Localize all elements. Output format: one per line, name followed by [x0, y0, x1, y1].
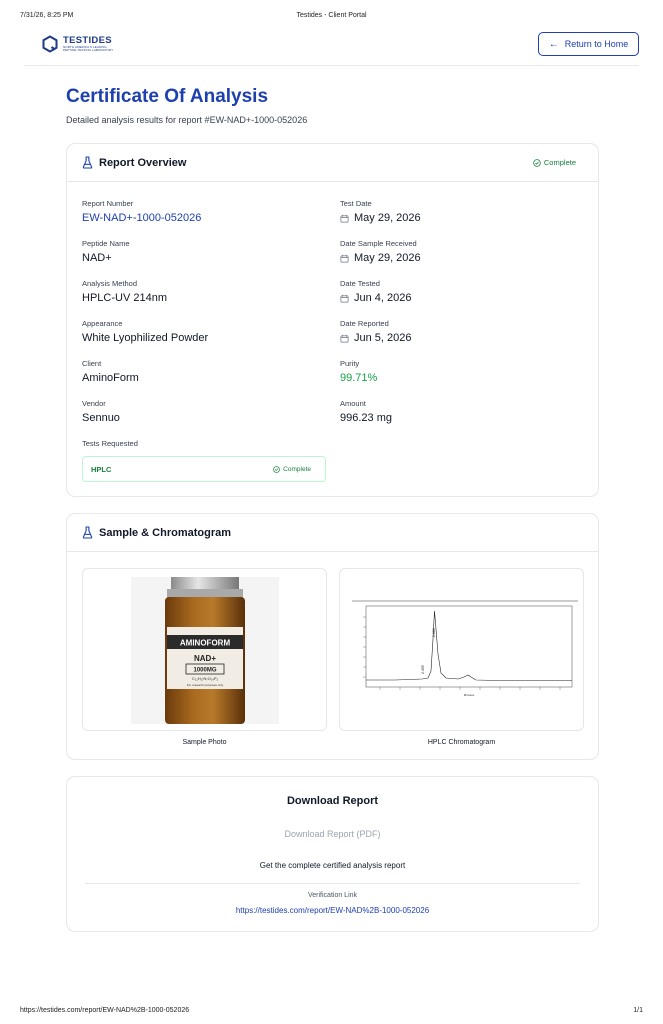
- vial-note: For research purposes only: [187, 683, 224, 687]
- report-overview-card: Report Overview Complete Report Number E…: [66, 143, 599, 497]
- download-pdf-button[interactable]: Download Report (PDF): [67, 829, 598, 839]
- logo-name: TESTIDES: [63, 34, 112, 46]
- chrom-x-axis-label: Minutes: [464, 693, 475, 697]
- peak-label-main: 2.880: [432, 628, 436, 637]
- test-date-text: May 29, 2026: [354, 212, 421, 224]
- calendar-icon: [340, 294, 349, 302]
- field-label: Analysis Method: [82, 279, 138, 288]
- status-badge: Complete: [533, 158, 576, 167]
- report-number-value[interactable]: EW-NAD+-1000-052026: [82, 212, 201, 224]
- return-home-label: Return to Home: [564, 39, 629, 49]
- print-header: 7/31/26, 8:25 PM Testides - Client Porta…: [20, 12, 643, 22]
- field-label: Report Number: [82, 199, 134, 208]
- divider: [85, 883, 580, 884]
- download-description: Get the complete certified analysis repo…: [259, 861, 406, 870]
- appearance-value: White Lyophilized Powder: [82, 332, 209, 344]
- chromatogram-image: 2.880 2.459 Minutes: [352, 600, 578, 697]
- field-label: Date Tested: [340, 279, 380, 288]
- test-name: HPLC: [91, 465, 112, 474]
- date-reported-value: Jun 5, 2026: [340, 332, 412, 344]
- date-received-value: May 29, 2026: [340, 252, 421, 264]
- report-overview-header: Report Overview Complete: [67, 144, 598, 182]
- verification-link[interactable]: https://testides.com/report/EW-NAD%2B-10…: [67, 906, 598, 915]
- return-home-button[interactable]: ← Return to Home: [538, 32, 639, 56]
- flask-icon: [82, 156, 93, 169]
- field-label: Purity: [340, 359, 360, 368]
- calendar-icon: [340, 334, 349, 342]
- logo[interactable]: TESTIDES NORTH AMERICA'S LEADING PEPTIDE…: [42, 35, 113, 53]
- hplc-chromatogram[interactable]: 2.880 2.459 Minutes: [339, 568, 584, 731]
- vial-brand: AMINOFORM: [180, 639, 231, 648]
- tests-requested-field: Tests Requested: [82, 439, 138, 452]
- sample-chromatogram-card: Sample & Chromatogram AMINOFORM NAD+ 100…: [66, 513, 599, 760]
- logo-tagline-2: PEPTIDE TESTING LABORATORY: [63, 48, 114, 52]
- page-subtitle: Detailed analysis results for report #EW…: [66, 115, 308, 125]
- calendar-icon: [340, 214, 349, 222]
- analysis-method-value: HPLC-UV 214nm: [82, 292, 167, 304]
- verification-label: Verification Link: [307, 892, 358, 899]
- date-tested-text: Jun 4, 2026: [354, 292, 412, 304]
- client-field: Client AminoForm: [82, 359, 139, 384]
- date-received-text: May 29, 2026: [354, 252, 421, 264]
- print-title: Testides - Client Portal: [296, 12, 367, 19]
- field-label: Amount: [340, 399, 366, 408]
- date-received-field: Date Sample Received May 29, 2026: [340, 239, 421, 264]
- flask-icon: [82, 526, 93, 539]
- field-label: Date Reported: [340, 319, 389, 328]
- test-status-label: Complete: [283, 466, 311, 473]
- date-reported-field: Date Reported Jun 5, 2026: [340, 319, 412, 344]
- field-label: Appearance: [82, 319, 123, 328]
- test-item: HPLC Complete: [82, 456, 326, 482]
- print-page-number: 1/1: [633, 1007, 643, 1014]
- date-tested-field: Date Tested Jun 4, 2026: [340, 279, 412, 304]
- arrow-left-icon: ←: [548, 38, 559, 50]
- chromatogram-caption: HPLC Chromatogram: [427, 739, 496, 746]
- field-label: Client: [82, 359, 102, 368]
- appearance-field: Appearance White Lyophilized Powder: [82, 319, 208, 344]
- analysis-method-field: Analysis Method HPLC-UV 214nm: [82, 279, 167, 304]
- page-title: Certificate Of Analysis: [66, 86, 269, 107]
- field-label: Vendor: [82, 399, 106, 408]
- sample-photo-caption: Sample Photo: [182, 739, 227, 746]
- peptide-name-field: Peptide Name NAD+: [82, 239, 130, 264]
- status-label: Complete: [543, 158, 576, 167]
- amount-value: 996.23 mg: [340, 412, 392, 424]
- vendor-value: Sennuo: [82, 412, 120, 424]
- peptide-name-value: NAD+: [82, 252, 112, 264]
- check-circle-icon: [273, 466, 280, 473]
- date-tested-value: Jun 4, 2026: [340, 292, 412, 304]
- field-label: Date Sample Received: [340, 239, 417, 248]
- download-report-card: Download Report Download Report (PDF) Ge…: [66, 776, 599, 932]
- peak-label-minor: 2.459: [421, 665, 425, 674]
- top-nav: TESTIDES NORTH AMERICA'S LEADING PEPTIDE…: [24, 30, 639, 66]
- print-url: https://testides.com/report/EW-NAD%2B-10…: [20, 1007, 190, 1014]
- field-label: Test Date: [340, 199, 372, 208]
- vendor-field: Vendor Sennuo: [82, 399, 120, 424]
- download-title: Download Report: [286, 795, 379, 807]
- field-label: Tests Requested: [82, 439, 138, 448]
- sample-chromatogram-header: Sample & Chromatogram: [67, 514, 598, 552]
- amount-field: Amount 996.23 mg: [340, 399, 392, 424]
- field-label: Peptide Name: [82, 239, 130, 248]
- report-overview-title: Report Overview: [99, 156, 187, 169]
- check-circle-icon: [533, 158, 541, 167]
- vial-dose: 1000MG: [193, 668, 216, 674]
- purity-value: 99.71%: [340, 372, 378, 384]
- test-status-badge: Complete: [273, 466, 311, 473]
- hexagon-logo-icon: [42, 35, 58, 53]
- client-value: AminoForm: [82, 372, 139, 384]
- report-number-field: Report Number EW-NAD+-1000-052026: [82, 199, 201, 224]
- sample-chromatogram-title: Sample & Chromatogram: [99, 526, 232, 539]
- calendar-icon: [340, 254, 349, 262]
- sample-vial-image: AMINOFORM NAD+ 1000MG C₂₁H₂₇N₇O₁₄P₂ For …: [131, 577, 279, 724]
- purity-field: Purity 99.71%: [340, 359, 377, 384]
- vial-product: NAD+: [194, 654, 216, 663]
- sample-photo[interactable]: AMINOFORM NAD+ 1000MG C₂₁H₂₇N₇O₁₄P₂ For …: [82, 568, 327, 731]
- test-date-value: May 29, 2026: [340, 212, 421, 224]
- vial-formula: C₂₁H₂₇N₇O₁₄P₂: [192, 676, 219, 681]
- date-reported-text: Jun 5, 2026: [354, 332, 412, 344]
- test-date-field: Test Date May 29, 2026: [340, 199, 421, 224]
